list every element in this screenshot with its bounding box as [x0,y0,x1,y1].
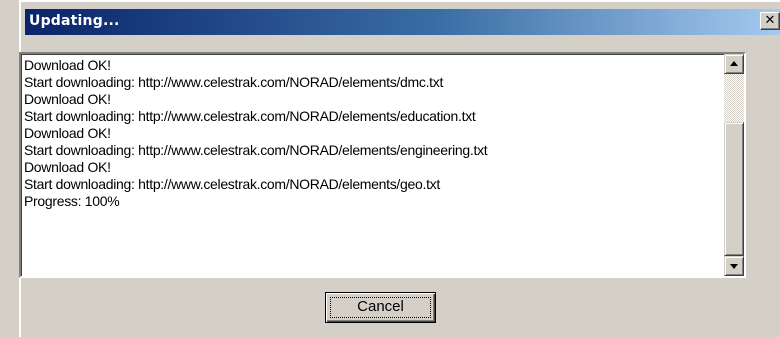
log-line: Progress: 100% [24,193,120,209]
close-button[interactable]: ✕ [760,12,780,30]
log-lines: Download OK! Start downloading: http://w… [24,57,724,210]
log-line: Start downloading: http://www.celestrak.… [24,142,488,158]
arrow-down-icon [730,264,738,269]
log-line: Start downloading: http://www.celestrak.… [24,176,440,192]
log-line: Download OK! [24,57,111,73]
scroll-down-button[interactable] [724,256,744,276]
title-bar[interactable]: Updating... ✕ [25,9,780,35]
vertical-scrollbar[interactable] [724,54,744,276]
window-title: Updating... [29,13,120,29]
scrollbar-thumb[interactable] [724,122,744,256]
log-line: Start downloading: http://www.celestrak.… [24,108,476,124]
focus-rectangle [330,297,431,318]
close-icon: ✕ [764,13,776,28]
scroll-up-button[interactable] [724,54,744,74]
log-line: Download OK! [24,91,111,107]
log-line: Download OK! [24,159,111,175]
log-textarea[interactable]: Download OK! Start downloading: http://w… [19,52,746,278]
cancel-button[interactable]: Cancel [325,292,436,323]
log-line: Start downloading: http://www.celestrak.… [24,74,444,90]
log-line: Download OK! [24,125,111,141]
arrow-up-icon [730,61,738,66]
